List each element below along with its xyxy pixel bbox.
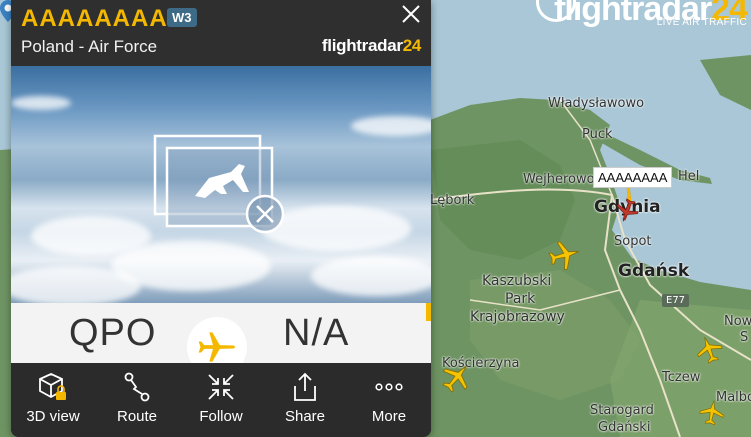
place-puck: Puck [582,127,613,142]
more-dots-icon [375,383,403,391]
close-icon[interactable] [399,2,423,26]
toolbar-label: Share [284,408,326,425]
follow-button[interactable]: Follow [179,363,263,437]
follow-arrows-icon [208,374,234,400]
scroll-indicator [426,303,431,321]
road-badge-e77: E77 [662,294,690,307]
place-s: S [740,330,749,345]
route-button[interactable]: Route [95,363,179,437]
aircraft-icon[interactable] [696,396,728,428]
brand-tagline: LIVE AIR TRAFFIC [656,17,747,28]
place-gdanski: Gdański [598,420,651,435]
place-park: Park [505,291,536,307]
origin-airport-code[interactable]: QPO [69,312,156,355]
place-tczew: Tczew [662,370,701,385]
place-nowy: Nowy [724,314,751,329]
toolbar-label: 3D view [26,408,80,425]
route-summary: QPO N/A [11,303,431,377]
place-wladyslawowo: Władysławowo [548,96,645,111]
operator-name: Poland - Air Force [21,37,158,56]
panel-brand-logo: flightradar24 [322,36,421,56]
flight-info-panel: AAAAAAAA W3 Poland - Air Force flightrad… [11,0,431,437]
place-krajobrazowy: Krajobrazowy [470,309,565,325]
place-wejherowo: Wejherowo [523,172,595,187]
more-button[interactable]: More [347,363,431,437]
panel-header: AAAAAAAA W3 Poland - Air Force flightrad… [11,0,431,66]
flight-callsign: AAAAAAAA [21,5,168,32]
place-hel: Hel [678,169,700,184]
place-kaszubski: Kaszubski [482,273,552,289]
panel-brand-main: flightradar [321,36,403,55]
place-gdansk: Gdańsk [618,261,690,281]
toolbar-label: Follow [199,408,243,425]
cube-lock-icon [39,373,66,400]
place-sopot: Sopot [614,234,652,249]
toolbar-label: Route [116,408,158,425]
share-button[interactable]: Share [263,363,347,437]
aircraft-type-badge: W3 [167,8,197,27]
aircraft-photo-placeholder [11,66,431,303]
selected-aircraft-tag[interactable]: AAAAAAAA [593,167,673,188]
route-icon [124,372,150,402]
place-lebork: Lębork [430,193,475,208]
panel-brand-accent: 24 [402,36,422,55]
share-icon [294,372,316,401]
toolbar-label: More [371,408,407,425]
action-toolbar: 3D view Route Follow Share More [11,363,431,437]
no-photo-icon [153,134,285,234]
place-starogard: Starogard [590,403,654,418]
fr24-brand: flightradar24 LIVE AIR TRAFFIC [536,0,751,32]
destination-airport-code[interactable]: N/A [283,312,349,355]
3d-view-button[interactable]: 3D view [11,363,95,437]
